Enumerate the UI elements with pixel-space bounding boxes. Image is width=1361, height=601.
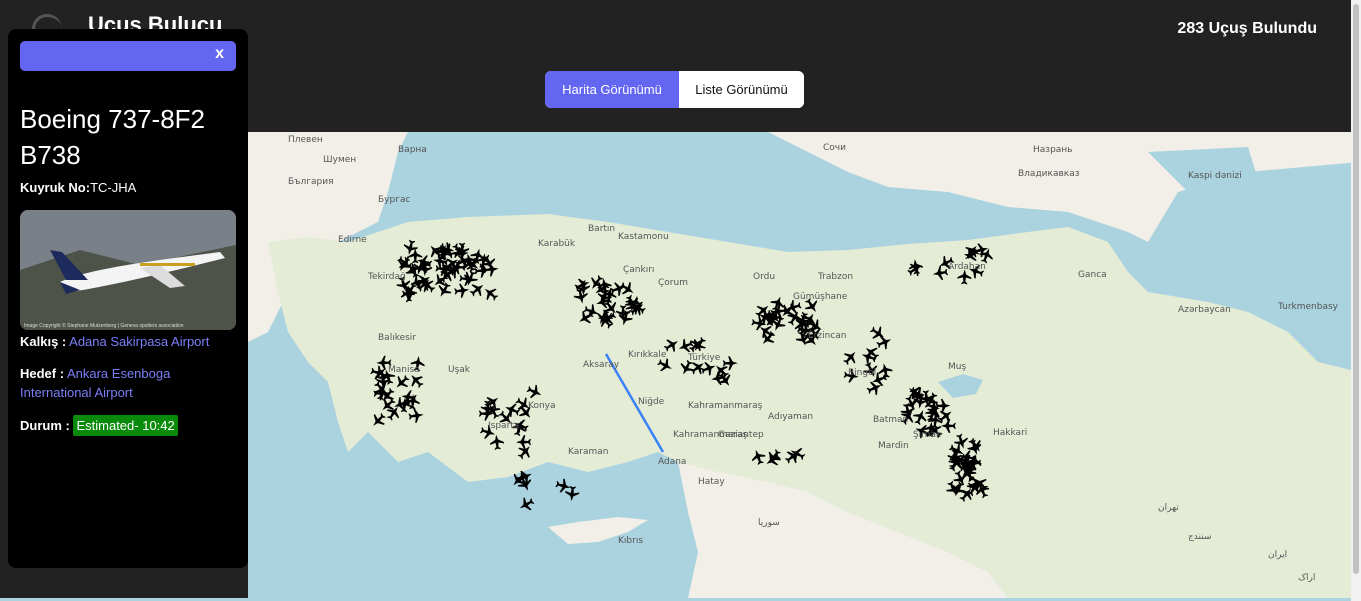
map-label: سنندج [1188, 532, 1212, 542]
map-label: Mardin [878, 441, 909, 451]
map-label: Balıkesir [378, 333, 416, 343]
map-label: Варна [398, 145, 427, 155]
map-label: Çorum [658, 278, 688, 288]
map-label: Erzincan [808, 331, 846, 341]
status-row: Durum : Estimated- 10:42 [20, 415, 230, 436]
departure-label: Kalkış : [20, 334, 67, 349]
map-label: Gümüşhane [793, 292, 848, 302]
airplane-icon[interactable] [564, 485, 580, 502]
map-label: Ordu [753, 272, 775, 282]
aircraft-model: Boeing 737-8F2 B738 [20, 104, 206, 170]
flight-map[interactable]: Варна Бургас България Плевен Шумен Edirne Teki… [248, 132, 1359, 598]
map-label: Tekirdağ [367, 272, 406, 282]
map-label: Muş [948, 362, 966, 372]
map-label: Karaman [568, 447, 608, 457]
list-view-button[interactable]: Liste Görünümü [679, 71, 804, 108]
map-label: Hatay [698, 477, 725, 487]
map-label: Gaziantep [718, 430, 764, 440]
photo-credit: Image Copyright © Stephane Mutzenberg | … [24, 323, 184, 329]
map-label: Turkmenbasy [1277, 302, 1339, 312]
map-label: Bingöl [848, 368, 876, 378]
map-label: Azərbaycan [1178, 305, 1231, 315]
map-label: Бургас [378, 195, 410, 205]
map-label: Шумен [323, 155, 356, 165]
tail-label: Kuyruk No: [20, 180, 91, 195]
close-panel-button[interactable]: x [215, 45, 224, 63]
map-label: Владикавказ [1018, 169, 1080, 179]
map-label: Adıyaman [768, 412, 813, 422]
map-label: Trabzon [817, 272, 853, 282]
map-label: Ardahan [948, 262, 986, 272]
map-label: Kahramanmaraş [688, 401, 763, 411]
map-label: България [288, 177, 334, 187]
map-label: Uşak [448, 365, 471, 375]
aircraft-photo: Image Copyright © Stephane Mutzenberg | … [20, 210, 236, 330]
map-label: Türkiye [687, 353, 721, 363]
scrollbar-thumb[interactable] [1353, 4, 1359, 574]
map-label: Назрань [1033, 145, 1073, 155]
map-label: اراک [1298, 572, 1315, 583]
map-label: سوريا [758, 518, 780, 528]
map-label: ایران [1268, 550, 1287, 560]
map-label: Karabük [538, 239, 576, 249]
map-label: Ganca [1078, 270, 1107, 280]
map-label: Edirne [338, 235, 367, 245]
page-scrollbar[interactable] [1351, 0, 1361, 601]
tail-number: Kuyruk No:TC-JHA [20, 180, 136, 195]
map-label: تهران [1158, 503, 1179, 513]
map-label: Hakkari [993, 428, 1027, 438]
flight-count: 283 Uçuş Bulundu [1177, 20, 1317, 37]
airplane-photo-image [20, 210, 236, 330]
map-label: Bartın [588, 224, 615, 234]
map-label: Isparta [488, 421, 519, 431]
map-label: Плевен [288, 135, 323, 145]
map-canvas[interactable]: Варна Бургас България ПлевенШумен Edirne Teki… [248, 132, 1359, 598]
map-label: Konya [528, 401, 556, 411]
map-label: Batman [873, 415, 908, 425]
departure-link[interactable]: Adana Sakirpasa Airport [69, 334, 209, 349]
panel-header-bar: x [20, 41, 236, 71]
status-badge: Estimated- 10:42 [73, 415, 178, 436]
airplane-icon[interactable] [554, 477, 572, 494]
destination-label: Hedef : [20, 366, 65, 381]
map-label: Şırnak [913, 430, 942, 440]
map-label: Kaspi dənizi [1188, 171, 1242, 181]
departure-row: Kalkış : Adana Sakirpasa Airport [20, 332, 230, 351]
map-label: Сочи [823, 143, 846, 153]
map-label: Aksaray [583, 360, 620, 370]
map-view-button[interactable]: Harita Görünümü [545, 71, 679, 108]
map-label: Çankırı [623, 265, 654, 275]
destination-row: Hedef : Ankara Esenboga International Ai… [20, 364, 230, 402]
map-label: Kırıkkale [628, 350, 667, 360]
map-label: Kıbrıs [618, 536, 643, 546]
tail-value: TC-JHA [90, 180, 137, 195]
map-label: Kastamonu [618, 232, 669, 242]
map-label: Manisa [388, 365, 420, 375]
flight-detail-panel: x Boeing 737-8F2 B738 Kuyruk No:TC-JHA I… [8, 29, 248, 568]
airplane-icon[interactable] [516, 495, 536, 515]
map-label: Niğde [638, 397, 665, 407]
view-toggle: Harita Görünümü Liste Görünümü [545, 71, 804, 108]
map-label: Adana [658, 457, 686, 467]
status-label: Durum : [20, 418, 70, 433]
